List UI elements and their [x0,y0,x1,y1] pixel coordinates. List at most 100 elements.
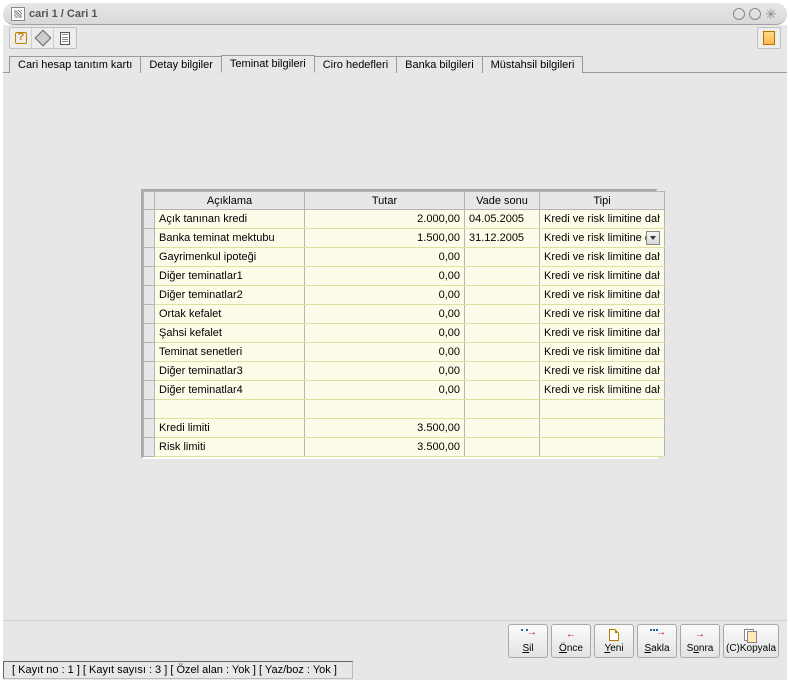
maximize-icon[interactable] [749,8,761,20]
grid-total-row[interactable]: Risk limiti3.500,00 [144,438,665,457]
grid-row[interactable]: Banka teminat mektubu1.500,0031.12.2005K… [144,229,665,248]
cell-tutar[interactable]: 0,00 [305,381,465,400]
grid-row[interactable]: Diğer teminatlar10,00 Kredi ve risk limit… [144,267,665,286]
cell-aciklama[interactable]: Diğer teminatlar4 [155,381,305,400]
minimize-icon[interactable] [733,8,745,20]
cell-tipi[interactable]: Kredi ve risk limitine dahil [540,286,665,305]
cell-aciklama[interactable]: Gayrimenkul ipoteği [155,248,305,267]
grid-row[interactable]: Diğer teminatlar30,00 Kredi ve risk limit… [144,362,665,381]
row-handle[interactable] [144,286,155,305]
cell-aciklama[interactable]: Ortak kefalet [155,305,305,324]
cell-tipi[interactable]: Kredi ve risk limitine dahil [540,267,665,286]
grid-row[interactable]: Ortak kefalet0,00 Kredi ve risk limitine … [144,305,665,324]
row-handle[interactable] [144,438,155,457]
help-button[interactable] [10,28,32,48]
tool-button-3[interactable] [54,28,76,48]
cell-vade[interactable] [465,248,540,267]
tab-2[interactable]: Teminat bilgileri [221,55,315,73]
tipi-text: Kredi ve risk limitine dahil [544,251,660,263]
cell-vade[interactable] [465,305,540,324]
cell-tutar[interactable]: 0,00 [305,267,465,286]
cell-aciklama[interactable]: Teminat senetleri [155,343,305,362]
cell-tipi[interactable]: Kredi ve risk limitine dahil [540,305,665,324]
row-handle[interactable] [144,210,155,229]
tab-0[interactable]: Cari hesap tanıtım kartı [9,56,141,73]
cell-vade[interactable] [465,286,540,305]
row-handle[interactable] [144,381,155,400]
close-icon[interactable]: ✳ [765,7,779,21]
once-button[interactable]: ← Önce [551,624,591,658]
cell-tutar[interactable]: 0,00 [305,248,465,267]
cell-aciklama[interactable]: Banka teminat mektubu [155,229,305,248]
tool-button-2[interactable] [32,28,54,48]
cell-vade[interactable] [465,381,540,400]
grid-row[interactable]: Gayrimenkul ipoteği0,00 Kredi ve risk lim… [144,248,665,267]
cell-tipi[interactable]: Kredi ve risk limitine da [540,229,665,248]
tool-button-right[interactable] [758,28,780,48]
cell-aciklama[interactable]: Diğer teminatlar1 [155,267,305,286]
row-handle[interactable] [144,305,155,324]
col-header-tipi[interactable]: Tipi [540,192,665,210]
sonra-button[interactable]: → Sonra [680,624,720,658]
cell-vade[interactable] [465,362,540,381]
col-header-vade[interactable]: Vade sonu [465,192,540,210]
cell-total-value[interactable]: 3.500,00 [305,438,465,457]
cell-total-value[interactable]: 3.500,00 [305,419,465,438]
kopyala-button[interactable]: (C)Kopyala [723,624,779,658]
row-handle[interactable] [144,248,155,267]
cell-total-label[interactable]: Kredi limiti [155,419,305,438]
sil-button[interactable]: Sil [508,624,548,658]
row-handle[interactable] [144,419,155,438]
row-handle[interactable] [144,229,155,248]
cell-tutar[interactable]: 0,00 [305,343,465,362]
grid-row[interactable]: Açık tanınan kredi2.000,0004.05.2005Kred… [144,210,665,229]
tab-3[interactable]: Ciro hedefleri [314,56,397,73]
cell-tipi[interactable]: Kredi ve risk limitine dahil [540,362,665,381]
row-handle[interactable] [144,400,155,419]
cell-aciklama[interactable]: Açık tanınan kredi [155,210,305,229]
cell-vade[interactable]: 04.05.2005 [465,210,540,229]
cell-tipi[interactable]: Kredi ve risk limitine dahil [540,210,665,229]
cell-tutar[interactable]: 0,00 [305,362,465,381]
cell-tipi[interactable]: Kredi ve risk limitine dahil [540,381,665,400]
row-handle[interactable] [144,267,155,286]
cell-vade[interactable] [465,343,540,362]
cell-total-label[interactable]: Risk limiti [155,438,305,457]
col-header-tutar[interactable]: Tutar [305,192,465,210]
row-handle[interactable] [144,343,155,362]
grid-row[interactable]: Teminat senetleri0,00 Kredi ve risk limit… [144,343,665,362]
dropdown-button[interactable] [646,231,660,245]
cell-aciklama[interactable]: Diğer teminatlar2 [155,286,305,305]
cell-tutar[interactable]: 1.500,00 [305,229,465,248]
grid-row[interactable]: Diğer teminatlar20,00 Kredi ve risk limit… [144,286,665,305]
cell-tutar[interactable]: 0,00 [305,286,465,305]
grid-row[interactable]: Diğer teminatlar40,00 Kredi ve risk limit… [144,381,665,400]
tab-4[interactable]: Banka bilgileri [396,56,482,73]
cell-blank[interactable] [305,400,465,419]
tab-1[interactable]: Detay bilgiler [140,56,222,73]
cell-aciklama[interactable]: Diğer teminatlar3 [155,362,305,381]
grid-row[interactable]: Şahsi kefalet0,00 Kredi ve risk limitine … [144,324,665,343]
tab-5[interactable]: Müstahsil bilgileri [482,56,584,73]
cell-tipi[interactable]: Kredi ve risk limitine dahil [540,324,665,343]
grid-total-row[interactable]: Kredi limiti3.500,00 [144,419,665,438]
grid-row-blank[interactable] [144,400,665,419]
cell-vade[interactable] [465,267,540,286]
yeni-button[interactable]: Yeni [594,624,634,658]
cell-blank[interactable] [540,400,665,419]
cell-vade[interactable]: 31.12.2005 [465,229,540,248]
row-handle[interactable] [144,362,155,381]
cell-vade[interactable] [465,324,540,343]
row-handle[interactable] [144,324,155,343]
cell-blank[interactable] [465,400,540,419]
cell-aciklama[interactable]: Şahsi kefalet [155,324,305,343]
col-header-aciklama[interactable]: Açıklama [155,192,305,210]
cell-tutar[interactable]: 2.000,00 [305,210,465,229]
kopyala-label: (C)Kopyala [726,643,776,654]
cell-tipi[interactable]: Kredi ve risk limitine dahil [540,248,665,267]
cell-tutar[interactable]: 0,00 [305,305,465,324]
cell-tipi[interactable]: Kredi ve risk limitine dahil [540,343,665,362]
cell-tutar[interactable]: 0,00 [305,324,465,343]
sakla-button[interactable]: Sakla [637,624,677,658]
cell-blank[interactable] [155,400,305,419]
